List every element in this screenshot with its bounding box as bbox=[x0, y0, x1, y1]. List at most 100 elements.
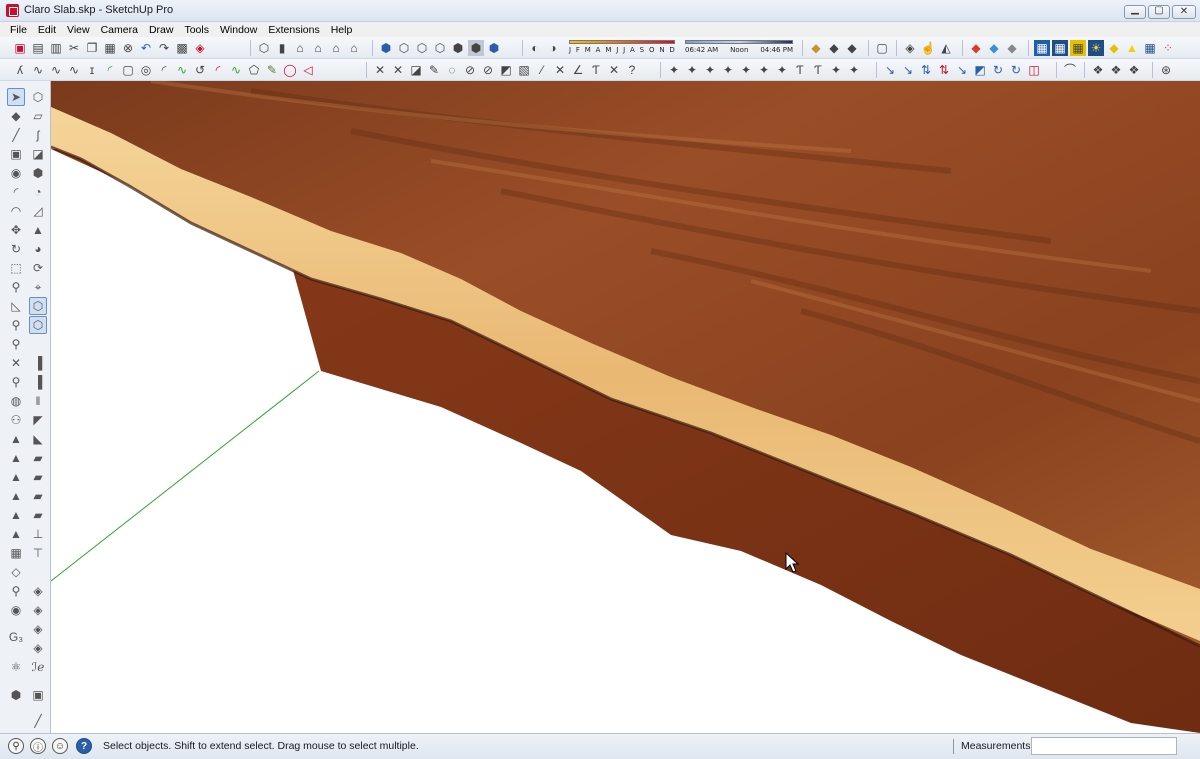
eraser-soft-icon[interactable]: ◇ bbox=[7, 563, 25, 581]
back-view-icon[interactable]: ⌂ bbox=[328, 40, 344, 56]
tool-l-icon[interactable]: ∠ bbox=[570, 62, 586, 78]
zoom-extents-icon[interactable]: ✕ bbox=[7, 354, 25, 372]
photo-textures-icon[interactable]: ▦ bbox=[1070, 40, 1086, 56]
eraser-icon[interactable]: ▱ bbox=[29, 107, 47, 125]
tool-n-icon[interactable]: ✕ bbox=[606, 62, 622, 78]
ext-11-icon[interactable]: ✦ bbox=[846, 62, 862, 78]
tool-k-icon[interactable]: ✕ bbox=[552, 62, 568, 78]
make-component-icon[interactable]: ⬡ bbox=[29, 88, 47, 106]
sandbox-orange2-icon[interactable]: ▲ bbox=[7, 525, 25, 543]
tool-e-icon[interactable]: ◌ bbox=[444, 62, 460, 78]
save-icon[interactable]: ▥ bbox=[48, 40, 64, 56]
ext-9-icon[interactable]: Ƭ bbox=[810, 62, 826, 78]
sandbox-blue-icon[interactable]: ▲ bbox=[7, 487, 25, 505]
tool-h-icon[interactable]: ◩ bbox=[498, 62, 514, 78]
solid-blue-icon[interactable]: ◆ bbox=[986, 40, 1002, 56]
ext-15-icon[interactable]: ⇅ bbox=[936, 62, 952, 78]
ext-17-icon[interactable]: ◩ bbox=[972, 62, 988, 78]
open-folder-icon[interactable]: ▤ bbox=[30, 40, 46, 56]
iso-view-icon[interactable]: ⬡ bbox=[256, 40, 272, 56]
menu-help[interactable]: Help bbox=[331, 24, 353, 36]
arc-icon[interactable]: ◜ bbox=[156, 62, 172, 78]
paint-bucket-icon[interactable]: ◆ bbox=[7, 107, 25, 125]
tool-i-icon[interactable]: ▧ bbox=[516, 62, 532, 78]
line-icon[interactable]: ╱ bbox=[7, 126, 25, 144]
share-model-icon[interactable]: ◆ bbox=[826, 40, 842, 56]
previous-view-icon[interactable]: ⚲ bbox=[7, 373, 25, 391]
solid-red-icon[interactable]: ◆ bbox=[968, 40, 984, 56]
ext-24-icon[interactable]: ❖ bbox=[1126, 62, 1142, 78]
rotated-rectangle-icon[interactable]: ◪ bbox=[29, 145, 47, 163]
ext-22-icon[interactable]: ❖ bbox=[1090, 62, 1106, 78]
display-section-icon[interactable]: ▐ bbox=[29, 373, 47, 391]
protractor-icon[interactable]: ◺ bbox=[7, 297, 25, 315]
plate-icon[interactable]: ⊤ bbox=[29, 544, 47, 562]
tool-c-icon[interactable]: ◪ bbox=[408, 62, 424, 78]
tool-b-icon[interactable]: ✕ bbox=[390, 62, 406, 78]
model-info-icon[interactable]: ◈ bbox=[192, 40, 208, 56]
menu-file[interactable]: File bbox=[10, 24, 27, 36]
menu-draw[interactable]: Draw bbox=[149, 24, 174, 36]
ruby-icon[interactable]: ◆ bbox=[1106, 40, 1122, 56]
g3-icon[interactable]: G₃ bbox=[7, 628, 25, 646]
maximize-button[interactable] bbox=[1148, 5, 1170, 19]
spline-icon[interactable]: ɪ bbox=[84, 62, 100, 78]
xray-icon[interactable]: ⬢ bbox=[378, 40, 394, 56]
ext-3-icon[interactable]: ✦ bbox=[702, 62, 718, 78]
orbit-icon[interactable]: ◍ bbox=[7, 392, 25, 410]
offset-icon[interactable]: ⟳ bbox=[29, 259, 47, 277]
component-orange-icon[interactable]: ◈ bbox=[29, 639, 47, 657]
copy-icon[interactable]: ❐ bbox=[84, 40, 100, 56]
sandbox-green-icon[interactable]: ▲ bbox=[7, 468, 25, 486]
rectangle-tool-icon[interactable]: ▣ bbox=[7, 145, 25, 163]
shaded-icon[interactable]: ⬢ bbox=[450, 40, 466, 56]
select-icon[interactable]: ➤ bbox=[7, 88, 25, 106]
menu-window[interactable]: Window bbox=[220, 24, 257, 36]
shadow-month-slider[interactable]: J F M A M J J A S O N D bbox=[569, 39, 675, 55]
lumber-icon[interactable]: ▰ bbox=[29, 449, 47, 467]
add-location-icon[interactable]: ▦ bbox=[1034, 40, 1050, 56]
wireframe-icon[interactable]: ⬡ bbox=[414, 40, 430, 56]
post-icon[interactable]: ▰ bbox=[29, 506, 47, 524]
hidden-line-icon[interactable]: ⬡ bbox=[432, 40, 448, 56]
fog-icon[interactable]: ◑ bbox=[545, 40, 561, 56]
walk-icon[interactable]: ⚇ bbox=[7, 411, 25, 429]
color-grid-icon[interactable]: ▦ bbox=[1142, 40, 1158, 56]
shaded-textures-icon[interactable]: ⬢ bbox=[468, 40, 484, 56]
tool-d-icon[interactable]: ✎ bbox=[426, 62, 442, 78]
stud-icon[interactable]: ⊥ bbox=[29, 525, 47, 543]
rafter-icon[interactable]: ◤ bbox=[29, 411, 47, 429]
push-pull-icon[interactable]: ▲ bbox=[29, 221, 47, 239]
freehand-icon[interactable]: ʎ bbox=[12, 62, 28, 78]
color-dots-icon[interactable]: ⁘ bbox=[1160, 40, 1176, 56]
ruby-3-icon[interactable]: ⬢ bbox=[7, 686, 25, 704]
follow-me-icon[interactable]: ◕ bbox=[29, 240, 47, 258]
pie-tool-icon[interactable]: ◔ bbox=[29, 183, 47, 201]
interact-icon[interactable]: ☝ bbox=[920, 40, 936, 56]
polygon-icon[interactable]: ⬠ bbox=[246, 62, 262, 78]
layout-icon[interactable]: ▢ bbox=[874, 40, 890, 56]
solid-grey-icon[interactable]: ◆ bbox=[1004, 40, 1020, 56]
ext-2-icon[interactable]: ✦ bbox=[684, 62, 700, 78]
bezier-icon[interactable]: ∿ bbox=[48, 62, 64, 78]
globe-icon[interactable]: ◉ bbox=[7, 601, 25, 619]
ext-1-icon[interactable]: ✦ bbox=[666, 62, 682, 78]
shadow-time-slider[interactable]: 06:42 AM Noon 04:46 PM bbox=[685, 39, 793, 55]
hook-icon[interactable]: ↺ bbox=[192, 62, 208, 78]
tool-a-icon[interactable]: ✕ bbox=[372, 62, 388, 78]
scale-icon[interactable]: ⬚ bbox=[7, 259, 25, 277]
position-camera-icon[interactable]: ▲ bbox=[7, 430, 25, 448]
geo-location-icon[interactable]: ⚲ bbox=[8, 738, 24, 754]
sketchup-app-icon[interactable] bbox=[6, 4, 19, 17]
tool-g-icon[interactable]: ⊘ bbox=[480, 62, 496, 78]
cut-icon[interactable]: ✂ bbox=[66, 40, 82, 56]
ext-23-icon[interactable]: ❖ bbox=[1108, 62, 1124, 78]
right-view-icon[interactable]: ⌂ bbox=[310, 40, 326, 56]
sandbox-red-icon[interactable]: ▲ bbox=[7, 449, 25, 467]
print-icon[interactable]: ▩ bbox=[174, 40, 190, 56]
menu-extensions[interactable]: Extensions bbox=[268, 24, 319, 36]
shadows-toggle-icon[interactable]: ◐ bbox=[527, 40, 543, 56]
rotate-icon[interactable]: ↻ bbox=[7, 240, 25, 258]
ext-14-icon[interactable]: ⇅ bbox=[918, 62, 934, 78]
wave-green-icon[interactable]: ∿ bbox=[174, 62, 190, 78]
